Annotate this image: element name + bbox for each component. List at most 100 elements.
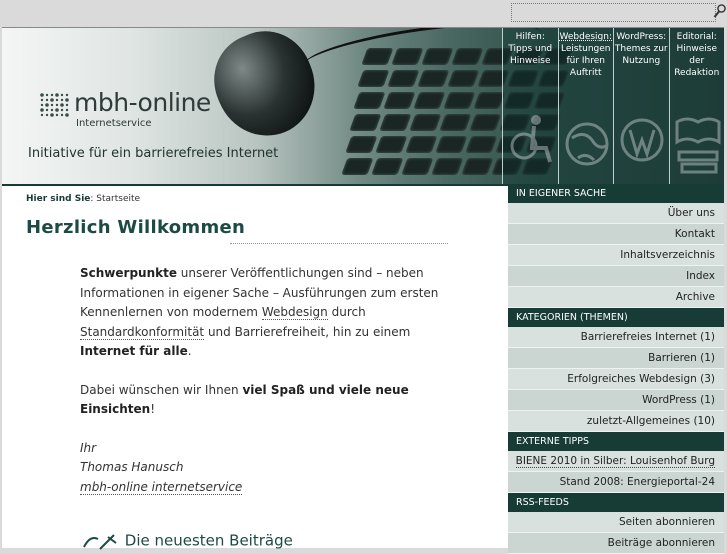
- topnav-line: Redaktion: [674, 68, 720, 78]
- sidebar-item-energieportal[interactable]: Stand 2008: Energieportal-24: [508, 472, 724, 493]
- logo-dot: [50, 98, 54, 102]
- topnav-line: Editorial:: [676, 32, 717, 42]
- logo-dots-icon: [40, 93, 69, 117]
- search-icon[interactable]: [713, 3, 727, 19]
- sidebar-item-barrierefreies-internet[interactable]: Barrierefreies Internet (1): [508, 327, 724, 348]
- keyboard-key: [435, 136, 468, 153]
- keyboard-key: [443, 92, 476, 109]
- site-logo[interactable]: mbh-online: [74, 88, 211, 117]
- keyboard-key: [353, 92, 386, 109]
- sidebar-item-inhaltsverzeichnis[interactable]: Inhaltsverzeichnis: [508, 245, 724, 266]
- sidebar-item-archive[interactable]: Archive: [508, 287, 724, 308]
- sidebar-item-index[interactable]: Index: [508, 266, 724, 287]
- wheelchair-icon: [510, 115, 552, 163]
- page: mbh-online Internetservice Initiative fü…: [2, 27, 724, 554]
- topnav-line: Themes zur: [614, 44, 668, 54]
- quill-icon: [83, 534, 117, 550]
- keyboard-key: [357, 70, 390, 87]
- sig-link[interactable]: mbh-online internetservice: [80, 479, 243, 495]
- text: und Barrierefreiheit, hin zu einem: [204, 324, 411, 339]
- topnav-hilfen[interactable]: Hilfen: Tipps und Hinweise: [502, 28, 558, 184]
- logo-dot: [60, 93, 64, 97]
- logo-subtitle: Internetservice: [76, 118, 152, 129]
- main-content: Schwerpunkte unserer Veröffentlichungen …: [80, 264, 460, 516]
- sidebar-item-allgemeines[interactable]: zuletzt-Allgemeines (10): [508, 411, 724, 432]
- topnav-line: der: [689, 56, 705, 66]
- logo-dot: [45, 113, 49, 117]
- keyboard-key: [383, 92, 416, 109]
- wish-paragraph: Dabei wünschen wir Ihnen viel Spaß und v…: [80, 381, 460, 420]
- logo-dot: [40, 108, 44, 112]
- keyboard-key: [405, 136, 438, 153]
- search-input[interactable]: [511, 3, 716, 22]
- topnav-line: für Ihren: [566, 56, 606, 66]
- page-title: Herzlich Willkommen: [26, 217, 246, 238]
- sidebar-item-ueber-uns[interactable]: Über uns: [508, 203, 724, 224]
- keyboard-key: [421, 48, 454, 65]
- topnav-line: Hilfen:: [515, 32, 545, 42]
- sidebar-item-barrieren[interactable]: Barrieren (1): [508, 348, 724, 369]
- topnav-webdesign[interactable]: Webdesign: Leistungen für Ihren Auftritt: [557, 28, 613, 184]
- sidebar-list: Seiten abonnieren Beiträge abonnieren: [508, 512, 724, 554]
- logo-dot: [45, 108, 49, 112]
- logo-dot: [60, 113, 64, 117]
- sidebar-item-seiten-abonnieren[interactable]: Seiten abonnieren: [508, 512, 724, 533]
- books-icon: [675, 117, 720, 174]
- logo-dot: [40, 113, 44, 117]
- keyboard-key: [409, 114, 442, 131]
- keyboard-key: [387, 70, 420, 87]
- topnav-line: Nutzung: [622, 56, 661, 66]
- text: !: [150, 402, 155, 416]
- logo-dot: [55, 103, 59, 107]
- newest-posts-heading: Die neuesten Beiträge: [80, 531, 293, 551]
- sidebar-heading: RSS-FEEDS: [508, 493, 724, 512]
- logo-dot: [40, 98, 44, 102]
- topnav-wordpress[interactable]: WordPress: Themes zur Nutzung: [613, 28, 669, 184]
- link-text: BIENE 2010 in Silber: Louisenhof Burg: [515, 455, 715, 468]
- emphasis: Schwerpunkte: [80, 266, 177, 280]
- top-navigation: Hilfen: Tipps und Hinweise Webdesign: Le…: [502, 28, 724, 184]
- title-divider: [230, 243, 448, 244]
- topnav-editorial[interactable]: Editorial: Hinweise der Redaktion: [668, 28, 724, 184]
- sidebar-item-erfolgreiches-webdesign[interactable]: Erfolgreiches Webdesign (3): [508, 369, 724, 390]
- logo-dot: [65, 93, 69, 97]
- newest-posts-title: Die neuesten Beiträge: [124, 531, 293, 550]
- sidebar-heading: KATEGORIEN (THEMEN): [508, 308, 724, 327]
- logo-dot: [65, 103, 69, 107]
- sidebar-list: BIENE 2010 in Silber: Louisenhof Burg St…: [508, 451, 724, 493]
- sidebar-section-categories: KATEGORIEN (THEMEN) Barrierefreies Inter…: [508, 308, 724, 432]
- logo-dot: [60, 108, 64, 112]
- sidebar-item-biene[interactable]: BIENE 2010 in Silber: Louisenhof Burg: [508, 451, 724, 472]
- logo-dot: [65, 98, 69, 102]
- intro-paragraph: Schwerpunkte unserer Veröffentlichungen …: [80, 264, 460, 362]
- logo-dot: [55, 108, 59, 112]
- topnav-line: Hinweise: [676, 44, 718, 54]
- keyboard-key: [371, 158, 404, 175]
- webdesign-link[interactable]: Webdesign: [261, 305, 328, 320]
- keyboard-key: [451, 48, 484, 65]
- logo-dot: [45, 103, 49, 107]
- logo-dot: [40, 103, 44, 107]
- text: durch: [327, 305, 366, 319]
- logo-dot: [55, 93, 59, 97]
- logo-dot: [60, 98, 64, 102]
- keyboard-key: [469, 114, 502, 131]
- keyboard-key: [439, 114, 472, 131]
- topnav-line: WordPress:: [616, 32, 667, 42]
- keyboard-key: [465, 136, 498, 153]
- keyboard-key: [361, 48, 394, 65]
- keyboard-key: [401, 158, 434, 175]
- logo-dot: [65, 108, 69, 112]
- standards-link[interactable]: Standardkonformität: [80, 324, 205, 340]
- sidebar-item-beitraege-abonnieren[interactable]: Beiträge abonnieren: [508, 533, 724, 554]
- sidebar-item-wordpress[interactable]: WordPress (1): [508, 390, 724, 411]
- keyboard-key: [349, 114, 382, 131]
- keyboard-key: [379, 114, 412, 131]
- globe-icon: [565, 122, 608, 166]
- text: .: [187, 344, 192, 358]
- sig-line: Thomas Hanusch: [80, 460, 184, 474]
- logo-dot: [40, 93, 44, 97]
- topnav-line: Webdesign:: [559, 32, 612, 42]
- sidebar-item-kontakt[interactable]: Kontakt: [508, 224, 724, 245]
- keyboard-key: [473, 92, 506, 109]
